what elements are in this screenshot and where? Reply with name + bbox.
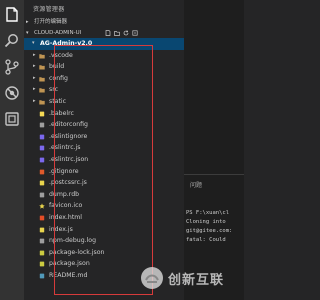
vscode-window: 资源管理器 ▸ 打开的编辑器 ▾ CLOUD-ADMIN-UI ▾ AG-Admin… [0,0,244,300]
tree-root-label: AG-Admin-v2.0 [40,40,93,47]
files-icon[interactable] [3,6,21,24]
editor-area: 问题 PS F:\xuan\cl Cloning into git@gitee.… [184,0,244,300]
eslint-icon [39,157,45,163]
tree-file-row[interactable]: .postcssrc.js [24,177,184,189]
eslint-icon [39,145,45,151]
tree-item-label: package.json [49,260,90,268]
open-editors-label: 打开的编辑器 [34,19,68,25]
tree-file-row[interactable]: dump.rdb [24,189,184,201]
tree-item-label: .babelrc [49,109,74,117]
babel-icon [39,111,45,117]
tree-item-label: index.js [49,225,73,233]
git-icon [39,169,45,175]
tree-file-row[interactable]: .gitignore [24,166,184,178]
collapse-all-icon[interactable] [132,30,138,36]
folder-actions [105,30,138,37]
tree-item-label: .postcssrc.js [49,179,87,187]
tree-file-row[interactable]: .eslintignore [24,131,184,143]
explorer-title: 资源管理器 [33,6,65,13]
explorer-sidebar: 资源管理器 ▸ 打开的编辑器 ▾ CLOUD-ADMIN-UI ▾ AG-Admin… [24,0,184,300]
new-folder-icon[interactable] [114,30,120,36]
open-editors-header[interactable]: ▸ 打开的编辑器 [24,17,184,27]
tree-file-row[interactable]: package-lock.json [24,247,184,259]
tree-file-row[interactable]: index.js [24,224,184,236]
tree-item-label: build [49,63,65,71]
tree-root-folder[interactable]: ▾ AG-Admin-v2.0 [24,38,184,50]
terminal-line: fatal: Could [186,237,226,243]
tree-item-label: npm-debug.log [49,237,97,245]
tree-items: ▸ .vscode ▸ build ▸ config ▸ src ▸ static .babelrc… [24,50,184,282]
folder-icon [39,99,45,105]
log-icon [39,238,45,244]
tree-item-label: .vscode [49,51,73,59]
folder-icon [39,53,45,59]
folder-label: CLOUD-ADMIN-UI [34,30,82,36]
chevron-right-icon: ▸ [26,19,29,25]
tab-problems[interactable]: 问题 [190,180,202,189]
tree-item-label: package-lock.json [49,248,105,256]
tree-item-label: config [49,74,68,82]
html-icon [39,215,45,221]
tree-item-label: .gitignore [49,167,79,175]
tree-item-label: favicon.ico [49,202,83,210]
tree-file-row[interactable]: package.json [24,258,184,270]
tree-folder-row[interactable]: ▸ .vscode [24,50,184,62]
folder-icon [39,64,45,70]
json-icon [39,250,45,256]
terminal-line: git@gitee.com: [186,228,233,234]
file-tree: ▾ AG-Admin-v2.0 ▸ .vscode ▸ build ▸ config ▸ sr… [24,38,184,281]
chevron-down-icon: ▾ [32,40,35,46]
source-control-icon[interactable] [3,58,21,76]
tree-item-label: static [49,97,66,105]
tree-file-row[interactable]: npm-debug.log [24,235,184,247]
tree-item-label: .eslintrc.js [49,144,81,152]
tree-folder-row[interactable]: ▸ build [24,61,184,73]
tree-file-row[interactable]: .eslintrc.json [24,154,184,166]
tree-file-row[interactable]: favicon.ico [24,200,184,212]
tree-file-row[interactable]: .editorconfig [24,119,184,131]
db-icon [39,192,45,198]
tree-file-row[interactable]: .eslintrc.js [24,142,184,154]
tree-file-row[interactable]: .babelrc [24,108,184,120]
tree-item-label: src [49,86,59,94]
terminal-line: PS F:\xuan\cl [186,210,230,216]
search-icon[interactable] [3,32,21,50]
tree-item-label: README.md [49,271,88,279]
debug-icon[interactable] [3,84,21,102]
new-file-icon[interactable] [105,30,111,36]
tree-folder-row[interactable]: ▸ config [24,73,184,85]
tree-item-label: .eslintrc.json [49,155,89,163]
tree-item-label: dump.rdb [49,190,80,198]
extensions-icon[interactable] [3,110,21,128]
json-icon [39,261,45,267]
md-icon [39,273,45,279]
panel-divider [184,174,244,175]
activity-bar [0,0,24,300]
tree-item-label: .editorconfig [49,121,88,129]
tree-item-label: index.html [49,213,82,221]
tree-file-row[interactable]: README.md [24,270,184,282]
tree-folder-row[interactable]: ▸ src [24,84,184,96]
refresh-icon[interactable] [123,30,129,36]
tree-file-row[interactable]: index.html [24,212,184,224]
eslint-icon [39,134,45,140]
chevron-down-icon: ▾ [26,30,29,36]
js-icon [39,227,45,233]
config-icon [39,122,45,128]
favicon-icon [39,203,45,209]
js-icon [39,180,45,186]
tree-folder-row[interactable]: ▸ static [24,96,184,108]
terminal-line: Cloning into [186,219,226,225]
folder-icon [39,76,45,82]
folder-icon [39,87,45,93]
tree-item-label: .eslintignore [49,132,88,140]
folder-section-header[interactable]: ▾ CLOUD-ADMIN-UI [24,28,184,38]
